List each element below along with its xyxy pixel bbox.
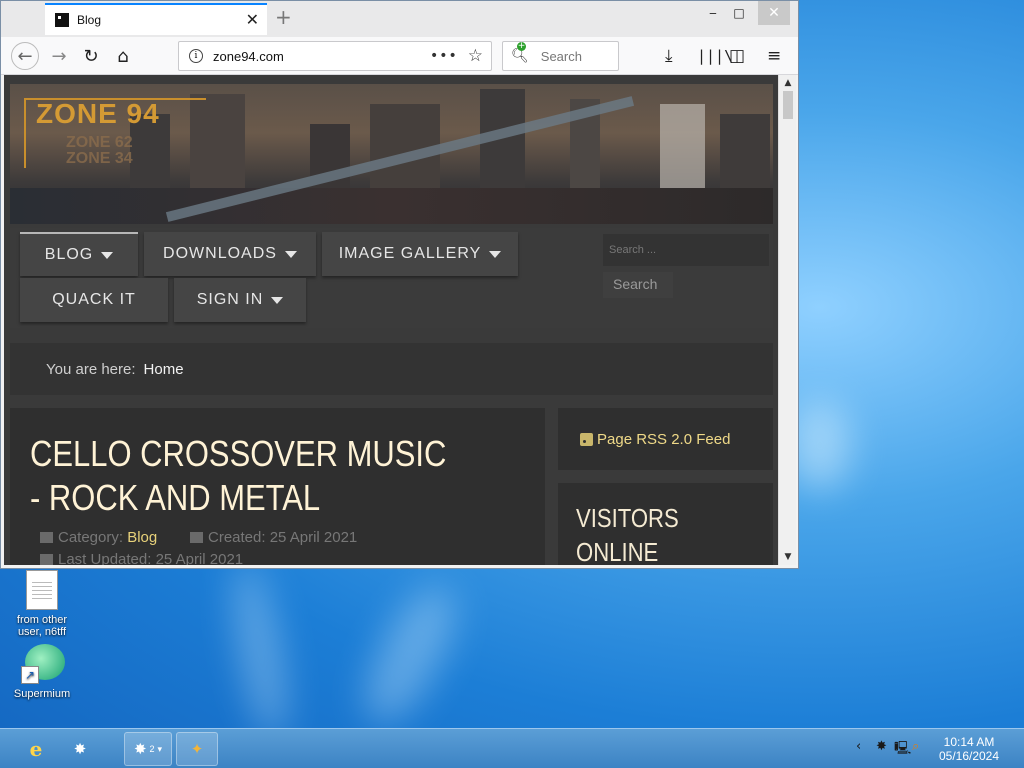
calendar-icon — [40, 554, 53, 565]
site-info-icon[interactable]: i — [189, 49, 203, 63]
breadcrumb-home-link[interactable]: Home — [144, 361, 184, 378]
breadcrumb: You are here: Home — [10, 343, 773, 395]
caret-down-icon — [489, 250, 502, 258]
clock-time: 10:14 AM — [943, 735, 995, 749]
category-link[interactable]: Blog — [127, 529, 157, 546]
menu-item-quack-it[interactable]: QUACK IT — [20, 278, 168, 322]
page-actions-icon[interactable]: ••• — [430, 48, 458, 64]
rss-icon — [580, 432, 593, 446]
scroll-up-icon[interactable]: ▲ — [779, 75, 797, 91]
tab-strip: Blog ✕ + ‒ □ ✕ — [1, 1, 798, 37]
reload-icon[interactable]: ↻ — [77, 42, 105, 70]
bookmark-star-icon[interactable]: ☆ — [468, 46, 483, 66]
article-card: CELLO CROSSOVER MUSIC - ROCK AND METAL C… — [10, 408, 545, 565]
back-arrow-icon[interactable]: ← — [11, 42, 39, 70]
folder-icon — [40, 532, 53, 543]
site-search-button[interactable]: Search — [603, 272, 673, 298]
menu-label-sign-in: SIGN IN — [196, 291, 264, 308]
main-menu: BLOG DOWNLOADS IMAGE GALLERY QUACK IT SI… — [10, 228, 773, 328]
menu-label-downloads: DOWNLOADS — [163, 245, 277, 262]
menu-item-blog[interactable]: BLOG — [20, 232, 138, 276]
download-icon[interactable]: ⤓ — [665, 46, 673, 66]
menu-label-image-gallery: IMAGE GALLERY — [338, 245, 482, 262]
updated-date: Last Updated: 25 April 2021 — [58, 551, 244, 565]
desktop-file-label: from other user, n6tff — [16, 614, 68, 638]
wallpaper-streak — [348, 574, 472, 736]
browser-search-placeholder: Search — [540, 48, 582, 64]
desktop-supermium-label: Supermium — [13, 688, 71, 700]
new-tab-icon[interactable]: + — [275, 7, 292, 27]
system-clock[interactable]: 10:14 AM 05/16/2024 — [926, 735, 1012, 763]
internet-explorer-icon[interactable]: e — [18, 732, 54, 766]
maximize-button[interactable]: □ — [724, 1, 754, 25]
tab-title: Blog — [77, 13, 102, 27]
article-title[interactable]: CELLO CROSSOVER MUSIC - ROCK AND METAL — [30, 432, 460, 520]
browser-taskbar-icon[interactable]: ✸ — [62, 732, 98, 766]
rss-label: Page RSS 2.0 Feed — [597, 430, 731, 448]
address-bar[interactable]: i zone94.com ••• ☆ — [178, 41, 492, 71]
forward-arrow-icon[interactable]: → — [45, 42, 73, 70]
tray-app-icon[interactable]: ✸ — [876, 739, 887, 754]
group-count: 2 — [149, 744, 155, 754]
logo-text-main: ZONE 94 — [36, 98, 160, 129]
caret-down-icon — [284, 250, 297, 258]
tray-search-icon[interactable]: ⌕ — [912, 739, 919, 754]
taskbar-group-button[interactable]: ✸ 2 ▾ — [124, 732, 172, 766]
supermium-icon: ↗ — [19, 644, 65, 684]
site-banner-image: ZONE 94 ZONE 62 ZONE 34 — [10, 84, 773, 224]
taskbar-app-button[interactable]: ✦ — [176, 732, 218, 766]
browser-search-input[interactable]: 🔍︎ Search — [502, 41, 619, 71]
url-text[interactable]: zone94.com — [213, 49, 430, 64]
created-date: Created: 25 April 2021 — [208, 529, 358, 546]
chevron-down-icon: ▾ — [157, 743, 163, 754]
home-icon[interactable]: ⌂ — [109, 42, 137, 70]
shortcut-arrow-icon: ↗ — [21, 666, 39, 684]
web-page: ZONE 94 ZONE 62 ZONE 34 BLOG DOWNLOADS I… — [4, 75, 778, 565]
category-label: Category: — [58, 529, 124, 546]
breadcrumb-label: You are here: — [46, 360, 136, 378]
menu-item-image-gallery[interactable]: IMAGE GALLERY — [322, 232, 518, 276]
visitors-title: VISITORS ONLINE — [576, 503, 679, 565]
sidebar-icon[interactable]: ◫ — [729, 46, 745, 66]
menu-item-sign-in[interactable]: SIGN IN — [174, 278, 306, 322]
menu-hamburger-icon[interactable]: ≡ — [767, 46, 781, 66]
menu-item-downloads[interactable]: DOWNLOADS — [144, 232, 316, 276]
desktop-file-icon[interactable]: from other user, n6tff — [7, 570, 77, 638]
logo-text-sub2: ZONE 34 — [66, 150, 133, 167]
menu-label-blog: BLOG — [44, 246, 94, 263]
article-created: Created: 25 April 2021 — [190, 529, 357, 546]
wallpaper-streak — [224, 557, 296, 743]
caret-down-icon — [101, 251, 114, 259]
site-logo[interactable]: ZONE 94 ZONE 62 ZONE 34 — [24, 98, 206, 168]
page-scrollbar[interactable]: ▲ ▼ — [778, 75, 796, 565]
desktop-supermium-icon[interactable]: ↗ Supermium — [7, 644, 77, 700]
clock-date: 05/16/2024 — [938, 749, 1000, 763]
network-icon[interactable]: 🖳︎ — [894, 739, 911, 761]
site-favicon-icon — [55, 13, 69, 27]
search-engine-icon: 🔍︎ — [511, 42, 529, 64]
document-icon — [26, 570, 58, 610]
close-window-button[interactable]: ✕ — [758, 1, 790, 25]
wallpaper-streak — [790, 400, 850, 490]
browser-group-icon: ✸ — [133, 740, 147, 758]
scrollbar-thumb[interactable] — [783, 91, 793, 119]
visitors-online-module: VISITORS ONLINE — [558, 483, 773, 565]
taskbar: e ✸ ✸ 2 ▾ ✦ ‹ ✸ 🖳︎ ⌕ 10:14 AM 05/16/2024 — [0, 728, 1024, 768]
close-tab-icon[interactable]: ✕ — [246, 12, 259, 28]
site-search-input[interactable]: Search ... — [603, 234, 769, 266]
tray-overflow-icon[interactable]: ‹ — [856, 739, 861, 754]
scroll-down-icon[interactable]: ▼ — [779, 549, 797, 565]
calendar-icon — [190, 532, 203, 543]
menu-label-quack-it: QUACK IT — [52, 291, 136, 308]
app-icon: ✦ — [190, 740, 204, 758]
navigation-toolbar: ← → ↻ ⌂ i zone94.com ••• ☆ 🔍︎ Search ⤓ |… — [1, 37, 798, 75]
tab-blog[interactable]: Blog ✕ — [45, 3, 267, 35]
caret-down-icon — [271, 296, 284, 304]
article-updated: Last Updated: 25 April 2021 — [40, 551, 243, 565]
library-icon[interactable]: |||\ — [697, 46, 733, 66]
rss-feed-link[interactable]: Page RSS 2.0 Feed — [558, 408, 773, 470]
article-category: Category: Blog — [40, 529, 157, 546]
